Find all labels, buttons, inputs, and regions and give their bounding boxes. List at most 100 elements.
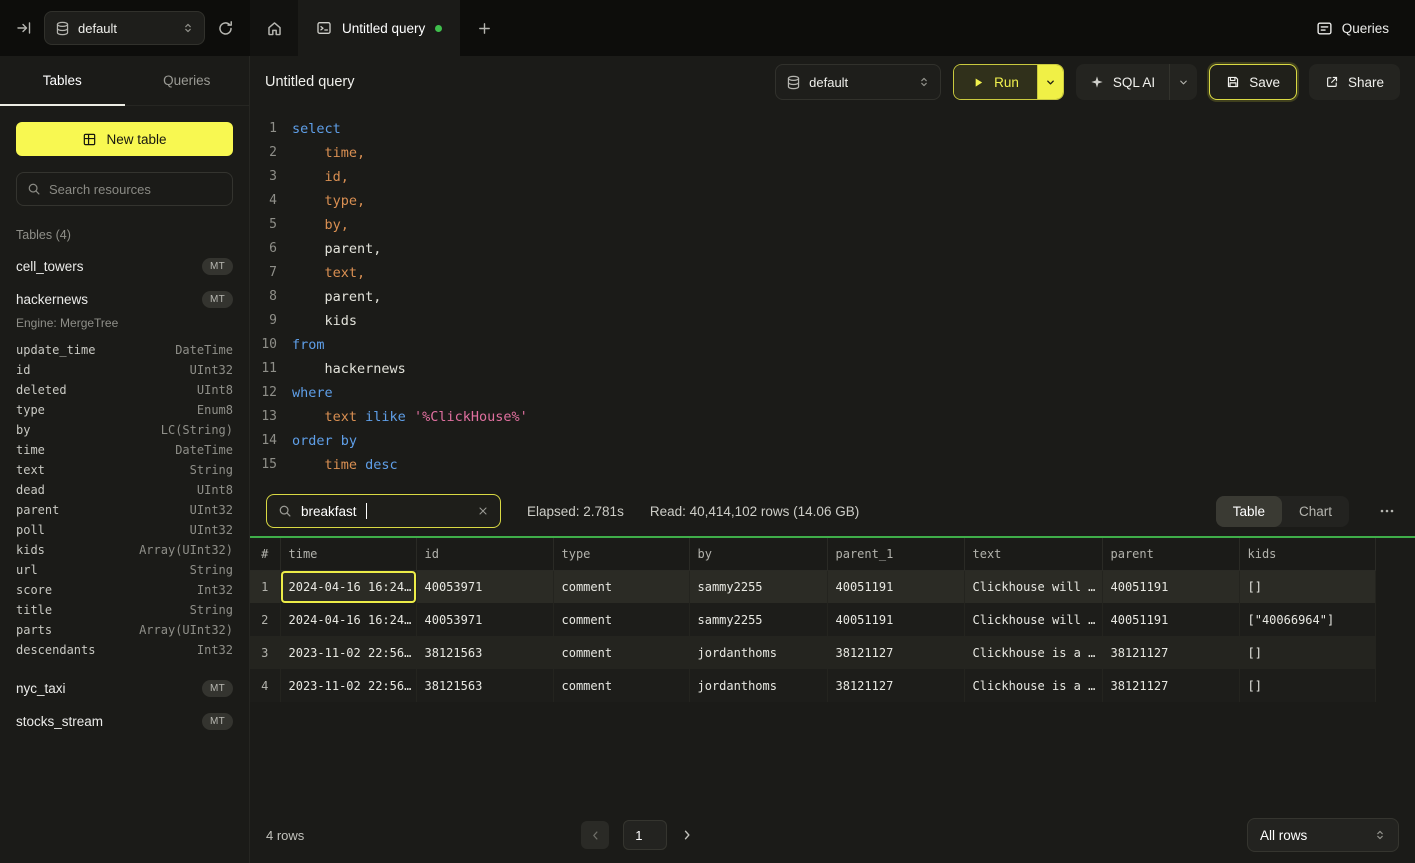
editor-line[interactable]: 15 time desc (250, 453, 1415, 477)
schema-column-row[interactable]: timeDateTime (16, 440, 233, 460)
editor-line[interactable]: 9 kids (250, 309, 1415, 333)
sidebar-search[interactable] (16, 172, 233, 206)
results-column-header[interactable]: time (280, 538, 416, 570)
results-column-header[interactable]: type (553, 538, 689, 570)
run-options-button[interactable] (1037, 65, 1063, 99)
results-cell[interactable]: 38121127 (1102, 636, 1239, 669)
schema-column-row[interactable]: titleString (16, 600, 233, 620)
sidebar-table-nyc-taxi[interactable]: nyc_taxi MT (0, 672, 249, 705)
results-cell[interactable]: comment (553, 636, 689, 669)
collapse-sidebar-button[interactable] (16, 20, 32, 36)
schema-column-row[interactable]: parentUInt32 (16, 500, 233, 520)
editor-line[interactable]: 4 type, (250, 189, 1415, 213)
results-column-header[interactable]: kids (1239, 538, 1375, 570)
sidebar-table-cell-towers[interactable]: cell_towers MT (0, 250, 249, 283)
run-button[interactable]: Run (954, 65, 1037, 99)
previous-page-button[interactable] (581, 821, 609, 849)
refresh-button[interactable] (217, 20, 234, 37)
schema-column-row[interactable]: deadUInt8 (16, 480, 233, 500)
schema-column-row[interactable]: partsArray(UInt32) (16, 620, 233, 640)
results-cell[interactable]: Clickhouse is a … (964, 669, 1102, 702)
results-cell[interactable]: 2023-11-02 22:56… (280, 669, 416, 702)
view-chart-button[interactable]: Chart (1282, 496, 1349, 527)
results-cell[interactable]: 40053971 (416, 570, 553, 603)
new-tab-button[interactable] (460, 0, 508, 56)
schema-column-row[interactable]: scoreInt32 (16, 580, 233, 600)
schema-column-row[interactable]: update_timeDateTime (16, 340, 233, 360)
editor-line[interactable]: 7 text, (250, 261, 1415, 285)
page-number-input[interactable]: 1 (623, 820, 667, 850)
results-cell[interactable]: 40051191 (1102, 570, 1239, 603)
sidebar-tab-queries[interactable]: Queries (125, 56, 250, 105)
results-column-header[interactable]: id (416, 538, 553, 570)
share-button[interactable]: Share (1309, 64, 1400, 100)
results-cell[interactable]: 2023-11-02 22:56… (280, 636, 416, 669)
clear-search-button[interactable] (477, 505, 489, 517)
new-table-button[interactable]: New table (16, 122, 233, 156)
results-cell[interactable]: 2024-04-16 16:24… (280, 570, 416, 603)
query-database-selector[interactable]: default (775, 64, 941, 100)
results-cell[interactable]: Clickhouse will … (964, 603, 1102, 636)
results-cell[interactable]: 40051191 (827, 570, 964, 603)
editor-line[interactable]: 5 by, (250, 213, 1415, 237)
editor-line[interactable]: 8 parent, (250, 285, 1415, 309)
editor-line[interactable]: 13 text ilike '%ClickHouse%' (250, 405, 1415, 429)
editor-line[interactable]: 10from (250, 333, 1415, 357)
results-cell[interactable]: 38121563 (416, 669, 553, 702)
results-cell[interactable]: sammy2255 (689, 603, 827, 636)
results-column-header[interactable]: by (689, 538, 827, 570)
results-column-header[interactable]: # (250, 538, 280, 570)
sidebar-table-stocks-stream[interactable]: stocks_stream MT (0, 705, 249, 738)
results-cell[interactable]: [] (1239, 669, 1375, 702)
results-cell[interactable]: comment (553, 603, 689, 636)
results-cell[interactable]: comment (553, 570, 689, 603)
sql-ai-options-button[interactable] (1169, 64, 1197, 100)
tab-untitled-query[interactable]: Untitled query (298, 0, 460, 56)
schema-column-row[interactable]: kidsArray(UInt32) (16, 540, 233, 560)
results-cell[interactable]: sammy2255 (689, 570, 827, 603)
results-column-header[interactable]: parent (1102, 538, 1239, 570)
page-size-selector[interactable]: All rows (1247, 818, 1399, 852)
results-cell[interactable]: [] (1239, 636, 1375, 669)
schema-column-row[interactable]: urlString (16, 560, 233, 580)
editor-line[interactable]: 12where (250, 381, 1415, 405)
results-cell[interactable]: jordanthoms (689, 636, 827, 669)
sql-editor[interactable]: 1select2 time,3 id,4 type,5 by,6 parent,… (250, 108, 1415, 486)
results-cell[interactable]: 40053971 (416, 603, 553, 636)
editor-line[interactable]: 14order by (250, 429, 1415, 453)
schema-column-row[interactable]: idUInt32 (16, 360, 233, 380)
editor-line[interactable]: 3 id, (250, 165, 1415, 189)
sidebar-table-hackernews[interactable]: hackernews MT (0, 283, 249, 316)
editor-line[interactable]: 1select (250, 117, 1415, 141)
queries-button[interactable]: Queries (1316, 20, 1389, 37)
view-table-button[interactable]: Table (1216, 496, 1282, 527)
results-cell[interactable]: 38121563 (416, 636, 553, 669)
results-cell[interactable]: 40051191 (827, 603, 964, 636)
results-cell[interactable]: Clickhouse will … (964, 570, 1102, 603)
save-button[interactable]: Save (1209, 64, 1297, 100)
results-search-box[interactable]: breakfast (266, 494, 501, 528)
results-cell[interactable]: 38121127 (827, 636, 964, 669)
sidebar-tab-tables[interactable]: Tables (0, 56, 125, 105)
results-cell[interactable]: Clickhouse is a … (964, 636, 1102, 669)
results-cell[interactable]: 38121127 (1102, 669, 1239, 702)
schema-column-row[interactable]: typeEnum8 (16, 400, 233, 420)
results-cell[interactable]: [] (1239, 570, 1375, 603)
editor-line[interactable]: 6 parent, (250, 237, 1415, 261)
schema-column-row[interactable]: pollUInt32 (16, 520, 233, 540)
editor-line[interactable]: 11 hackernews (250, 357, 1415, 381)
tab-home[interactable] (250, 0, 298, 56)
search-resources-input[interactable] (49, 182, 222, 197)
schema-column-row[interactable]: textString (16, 460, 233, 480)
schema-column-row[interactable]: descendantsInt32 (16, 640, 233, 660)
results-cell[interactable]: 40051191 (1102, 603, 1239, 636)
next-page-button[interactable] (681, 829, 693, 841)
topbar-database-selector[interactable]: default (44, 11, 205, 45)
results-column-header[interactable]: parent_1 (827, 538, 964, 570)
schema-column-row[interactable]: byLC(String) (16, 420, 233, 440)
editor-line[interactable]: 2 time, (250, 141, 1415, 165)
results-column-header[interactable]: text (964, 538, 1102, 570)
results-more-button[interactable] (1375, 499, 1399, 523)
results-cell[interactable]: comment (553, 669, 689, 702)
results-cell[interactable]: 38121127 (827, 669, 964, 702)
